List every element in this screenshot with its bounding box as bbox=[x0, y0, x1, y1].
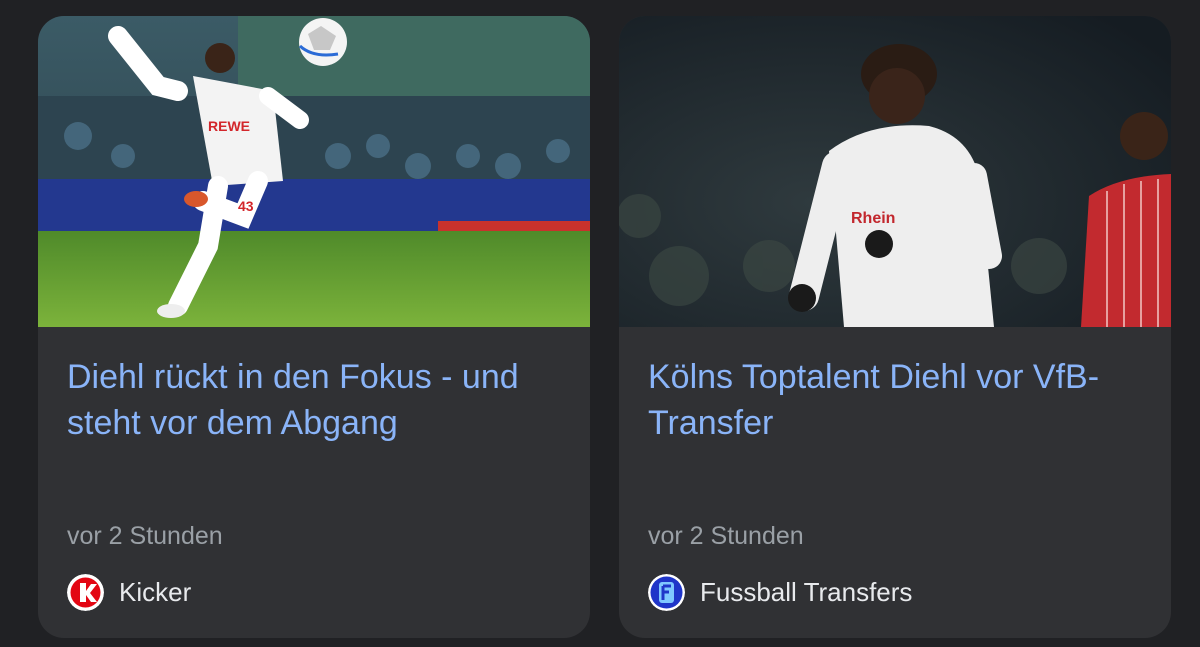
news-card-fussball-transfers[interactable]: Rhein Kölns Toptalent Diehl vor VfB-Tran… bbox=[619, 16, 1171, 638]
news-timestamp: vor 2 Stunden bbox=[67, 522, 223, 550]
kicker-logo-icon bbox=[67, 573, 104, 611]
news-thumbnail[interactable]: Rhein bbox=[619, 16, 1171, 327]
jersey-sponsor: REWE bbox=[208, 118, 250, 134]
fussball-transfers-logo-icon bbox=[648, 573, 685, 611]
source-name: Kicker bbox=[119, 577, 192, 607]
news-source: Fussball Transfers bbox=[648, 573, 912, 611]
source-name: Fussball Transfers bbox=[700, 577, 913, 607]
news-timestamp: vor 2 Stunden bbox=[648, 522, 804, 550]
footballer-running-photo: Rhein bbox=[619, 16, 1171, 327]
news-thumbnail[interactable]: REWE 43 bbox=[38, 16, 590, 327]
news-headline[interactable]: Kölns Toptalent Diehl vor VfB-Transfer bbox=[648, 354, 1143, 446]
jersey-sponsor: Rhein bbox=[851, 210, 895, 227]
news-headline[interactable]: Diehl rückt in den Fokus - und steht vor… bbox=[67, 354, 562, 446]
jersey-number: 43 bbox=[238, 198, 254, 214]
footballer-kicking-ball-photo: REWE 43 bbox=[38, 16, 590, 327]
news-card-kicker[interactable]: REWE 43 Diehl rückt in den Fokus - und s… bbox=[38, 16, 590, 638]
news-source: Kicker bbox=[67, 573, 191, 611]
